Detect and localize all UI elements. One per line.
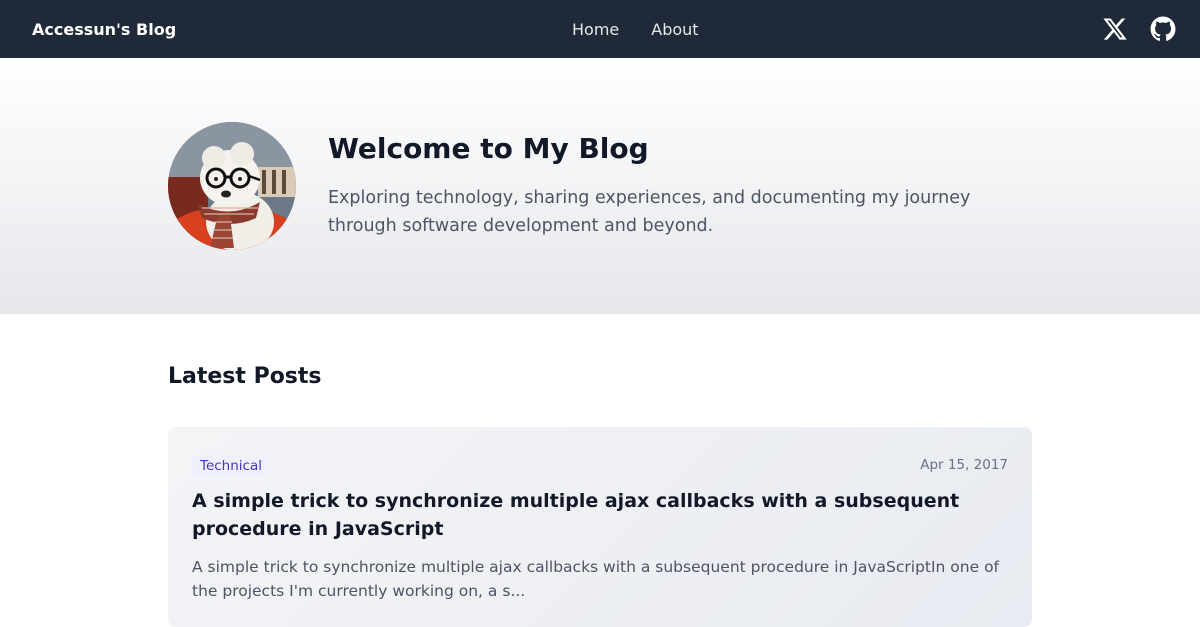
post-card[interactable]: Technical Apr 15, 2017 A simple trick to… [168, 427, 1032, 627]
github-link[interactable] [1150, 16, 1176, 42]
nav-link-about[interactable]: About [651, 20, 698, 39]
x-twitter-icon [1103, 18, 1127, 40]
nav-links: Home About [572, 0, 699, 58]
hero-subtitle: Exploring technology, sharing experience… [328, 188, 971, 236]
x-twitter-link[interactable] [1102, 16, 1128, 42]
nav-link-home[interactable]: Home [572, 20, 619, 39]
author-avatar [168, 122, 296, 250]
post-date: Apr 15, 2017 [920, 457, 1008, 473]
site-brand-link[interactable]: Accessun's Blog [32, 0, 176, 58]
latest-posts-heading: Latest Posts [168, 364, 322, 389]
top-navbar: Accessun's Blog Home About [0, 0, 1200, 58]
post-excerpt: A simple trick to synchronize multiple a… [192, 558, 1000, 600]
github-icon [1150, 16, 1176, 41]
hero-section: Welcome to My Blog Exploring technology,… [0, 58, 1200, 314]
dog-with-glasses-avatar-image [168, 122, 296, 250]
post-category-badge[interactable]: Technical [192, 455, 270, 477]
social-links [1102, 0, 1176, 58]
post-title-link[interactable]: A simple trick to synchronize multiple a… [192, 487, 1008, 543]
hero-title: Welcome to My Blog [328, 132, 649, 165]
